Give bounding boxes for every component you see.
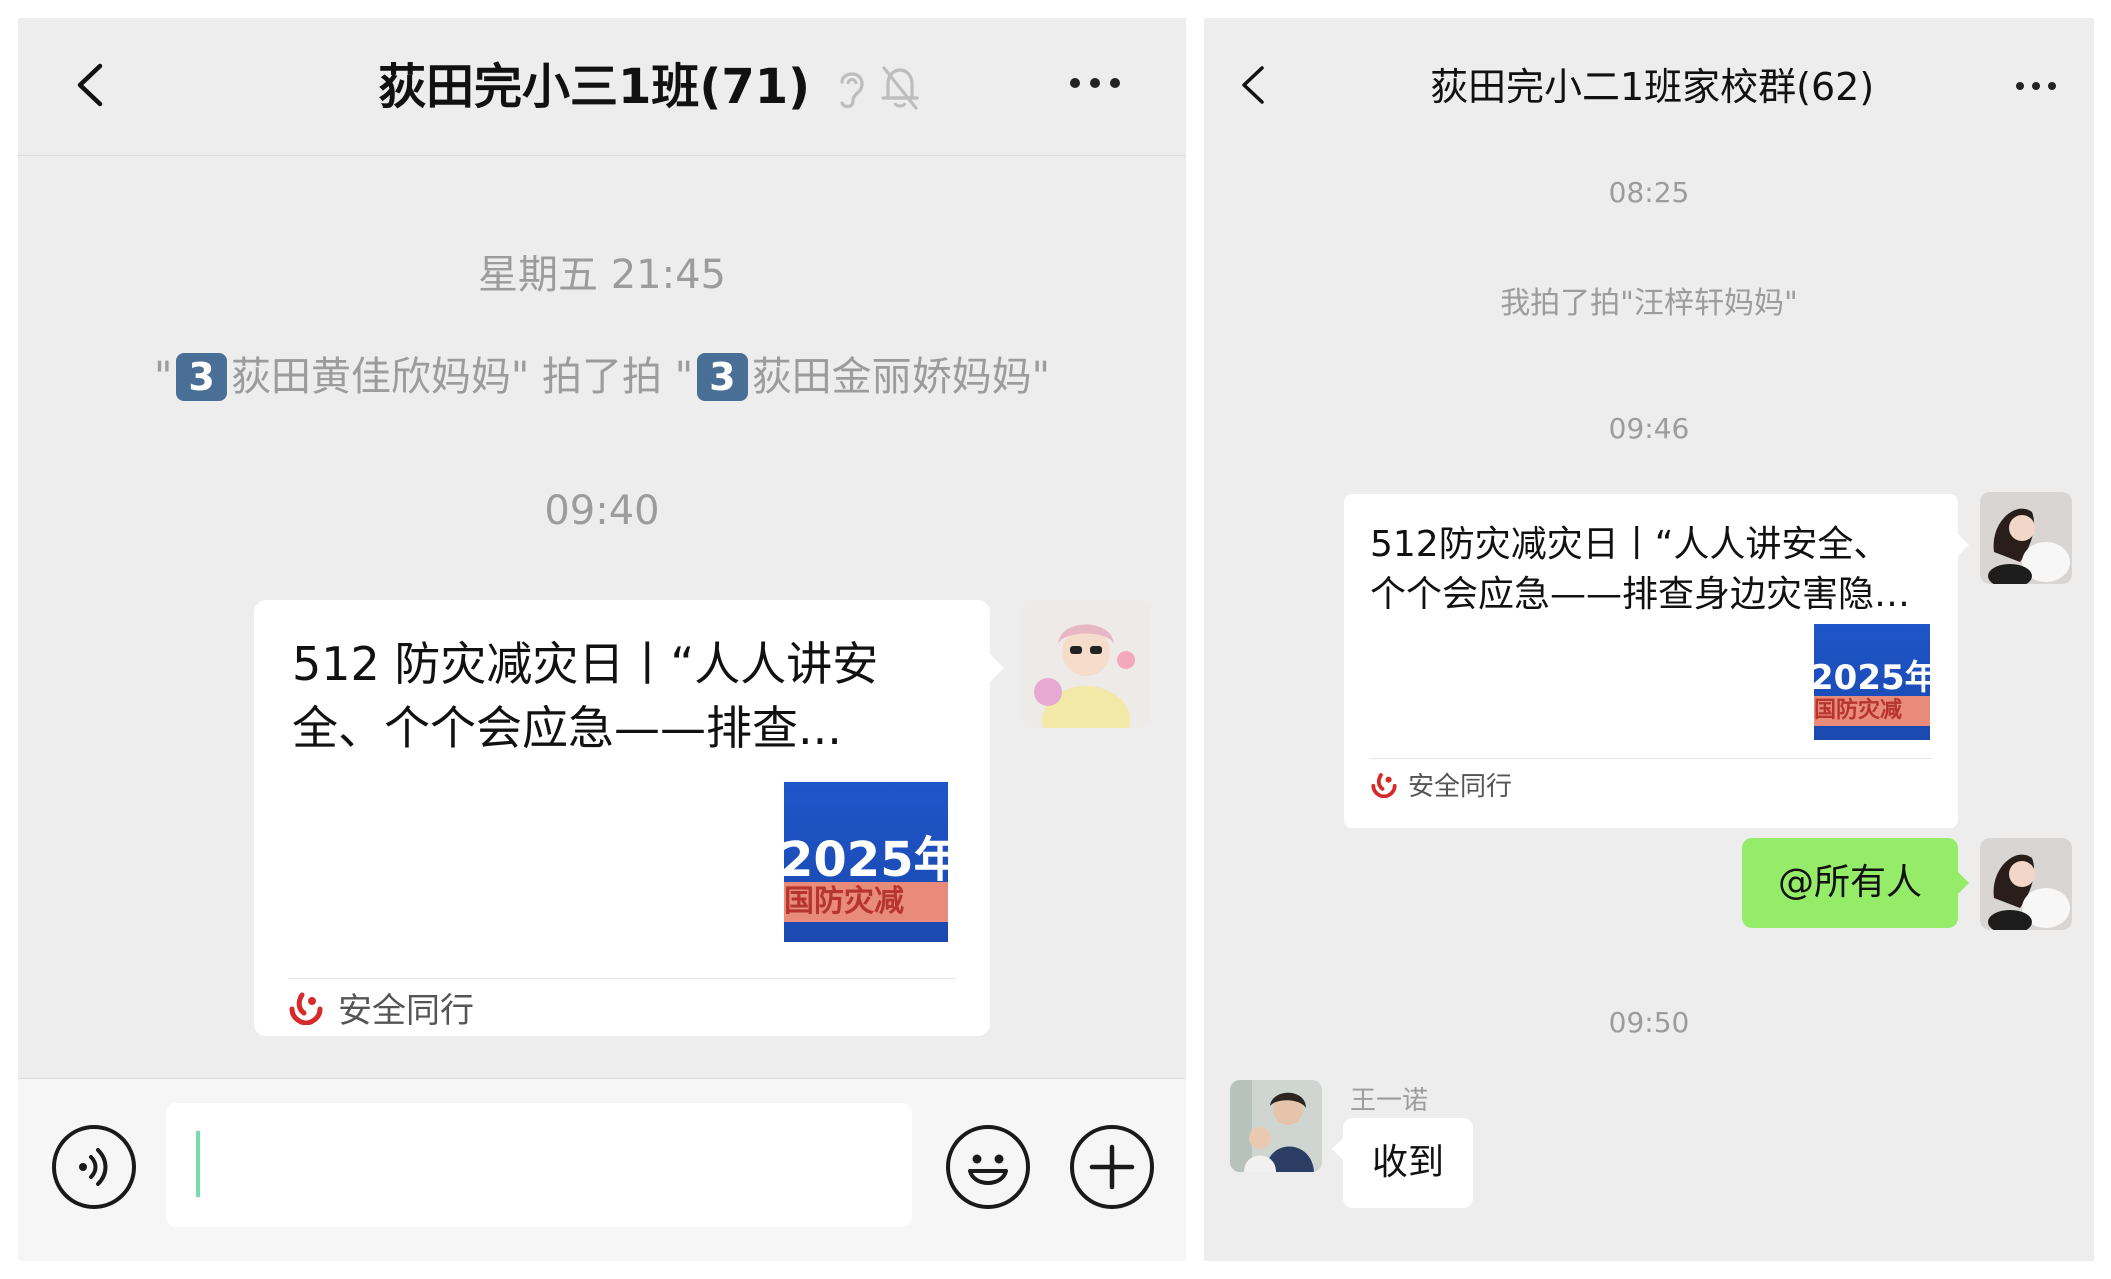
plus-icon (1089, 1144, 1135, 1190)
chat-header: 荻田完小三1班(71) (18, 18, 1186, 156)
class-badge: 3 (697, 353, 748, 401)
avatar[interactable] (1230, 1080, 1322, 1172)
article-thumbnail: 2025年 国防灾减 (784, 782, 948, 942)
received-message[interactable]: 收到 (1343, 1118, 1473, 1208)
article-card[interactable]: 512 防灾减灾日丨“人人讲安 全、个个会应急——排查... 2025年 国防灾… (254, 600, 990, 1036)
article-title: 512防灾减灾日丨“人人讲安全、 个个会应急——排查身边灾害隐… (1370, 520, 1950, 620)
chat-title: 荻田完小二1班家校群(62) (1430, 65, 1875, 109)
emoji-icon (968, 1154, 1008, 1185)
article-thumbnail: 2025年 国防灾减 (1814, 624, 1930, 740)
thumbnail-text: 国防灾减 (784, 882, 948, 922)
article-title-line: 512防灾减灾日丨“人人讲安全、 (1370, 524, 1890, 565)
article-title-line: 全、个个会应急——排查... (292, 701, 842, 755)
article-title-line: 个个会应急——排查身边灾害隐… (1370, 574, 1911, 615)
pat-verb: 拍了拍 " (542, 354, 694, 400)
more-icon[interactable] (2016, 82, 2056, 90)
back-icon[interactable] (1236, 64, 1272, 106)
article-source-name: 安全同行 (1408, 772, 1513, 802)
article-source-name: 安全同行 (338, 991, 474, 1031)
avatar-image (1022, 600, 1150, 728)
mute-bell-icon (881, 66, 919, 110)
avatar-image (1980, 838, 2072, 930)
sent-message[interactable]: @所有人 (1742, 838, 1958, 928)
more-functions-button[interactable] (1070, 1125, 1154, 1209)
chat-window-left: 荻田完小三1班(71) 星期五 21:45 " 3 荻田黄佳欣妈妈" 拍了拍 " 3 荻… (18, 18, 1186, 1261)
thumbnail-text: 2025年 (1814, 658, 1930, 698)
pat-notice: " 3 荻田黄佳欣妈妈" 拍了拍 " 3 荻田金丽娇妈妈" (18, 344, 1186, 402)
text-caret (196, 1131, 200, 1197)
timestamp: 09:46 (1608, 412, 1690, 445)
avatar-image (1980, 492, 2072, 584)
avatar[interactable] (1980, 838, 2072, 930)
more-icon[interactable] (1070, 78, 1120, 88)
article-source: 安全同行 (1370, 758, 1932, 810)
avatar[interactable] (1022, 600, 1150, 728)
emoji-button[interactable] (946, 1125, 1030, 1209)
timestamp: 09:50 (1608, 1006, 1690, 1039)
pat-quote: " (154, 354, 173, 400)
bubble-tail (1332, 1138, 1343, 1160)
input-bar (18, 1078, 1186, 1261)
source-logo-icon (289, 992, 323, 1025)
pat-target: 荻田金丽娇妈妈" (751, 354, 1050, 400)
message-input[interactable] (166, 1103, 912, 1227)
chat-header: 荻田完小二1班家校群(62) (1204, 18, 2094, 156)
back-icon[interactable] (68, 62, 114, 108)
bubble-tail (1958, 534, 1969, 556)
bubble-tail (990, 654, 1004, 682)
timestamp: 星期五 21:45 (478, 252, 726, 298)
avatar[interactable] (1980, 492, 2072, 584)
avatar-image (1230, 1080, 1322, 1172)
article-source: 安全同行 (288, 978, 956, 1036)
sender-name: 王一诺 (1350, 1086, 1429, 1116)
chat-window-right: 荻田完小二1班家校群(62) 08:25 我拍了拍"汪梓轩妈妈" 09:46 5… (1204, 18, 2094, 1261)
pat-actor: 荻田黄佳欣妈妈" (230, 354, 530, 400)
timestamp: 09:40 (544, 488, 660, 534)
ear-icon (840, 72, 864, 109)
bubble-tail (1958, 872, 1969, 894)
pat-notice: 我拍了拍"汪梓轩妈妈" (1500, 286, 1798, 321)
article-title: 512 防灾减灾日丨“人人讲安 全、个个会应急——排查... (292, 632, 972, 760)
voice-icon (79, 1148, 108, 1186)
thumbnail-text: 国防灾减 (1814, 696, 1930, 726)
source-logo-icon (1371, 772, 1397, 798)
class-badge: 3 (176, 353, 227, 401)
article-card[interactable]: 512防灾减灾日丨“人人讲安全、 个个会应急——排查身边灾害隐… 2025年 国… (1344, 494, 1958, 828)
thumbnail-text: 2025年 (784, 832, 948, 888)
chat-title: 荻田完小三1班(71) (378, 59, 811, 115)
article-title-line: 512 防灾减灾日丨“人人讲安 (292, 637, 879, 691)
timestamp: 08:25 (1608, 176, 1690, 209)
voice-button[interactable] (52, 1125, 136, 1209)
